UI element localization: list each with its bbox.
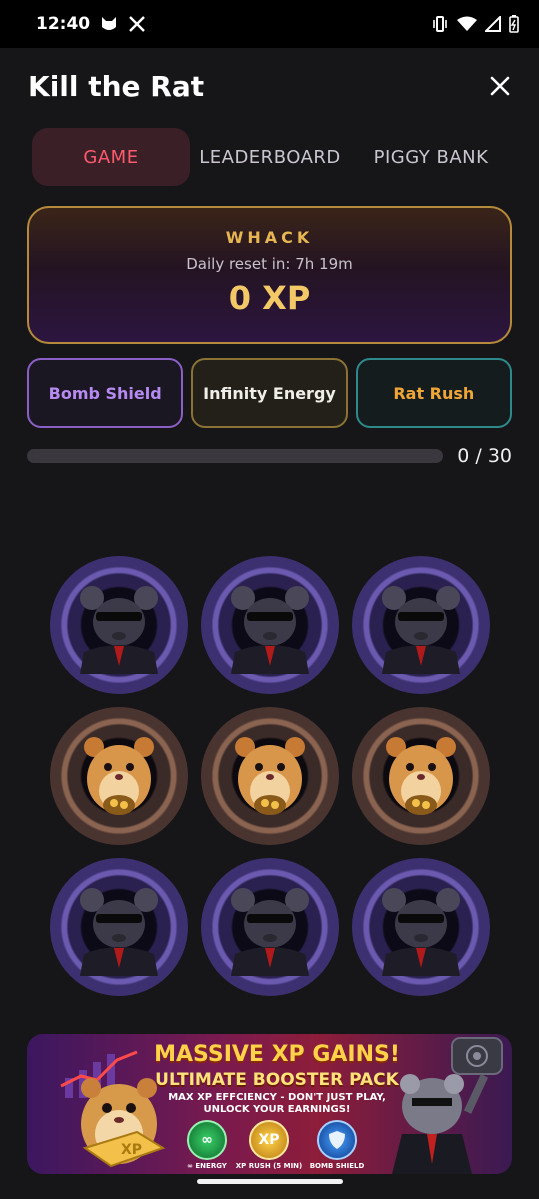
x-logo-icon (129, 16, 145, 32)
rat-hole[interactable] (352, 556, 490, 694)
booster-pack-banner[interactable]: XP MASSIVE XP GAINS! ULTIMATE BOOSTER PA… (27, 1034, 512, 1174)
infinity-energy-button[interactable]: Infinity Energy (191, 358, 348, 428)
hamster-character-icon (84, 737, 154, 815)
rat-rush-button[interactable]: Rat Rush (355, 358, 512, 428)
shield-icon (317, 1120, 357, 1160)
tab-bar: GAME LEADERBOARD PIGGY BANK (32, 128, 512, 186)
rat-hole[interactable] (352, 858, 490, 996)
signal-icon (485, 16, 501, 32)
rat-hole[interactable] (50, 556, 188, 694)
page-title: Kill the Rat (28, 69, 205, 103)
rat-character-icon (231, 586, 309, 674)
progress-row: 0 / 30 (27, 444, 512, 468)
bomb-shield-button[interactable]: Bomb Shield (27, 358, 184, 428)
rat-character-icon (231, 888, 309, 976)
tab-piggy-bank[interactable]: PIGGY BANK (350, 128, 512, 186)
hamster-character-icon (386, 737, 456, 815)
xp-coin-icon: XP (249, 1120, 289, 1160)
xp-card-label: WHACK (225, 228, 314, 247)
rat-character-icon (382, 888, 460, 976)
banner-headline: MASSIVE XP GAINS! (154, 1042, 400, 1067)
rat-character-icon (80, 586, 158, 674)
close-button[interactable] (482, 68, 518, 104)
banner-subheadline: ULTIMATE BOOSTER PACK (155, 1070, 399, 1090)
banner-tagline: MAX XP EFFCIENCY - DON'T JUST PLAY, UNLO… (147, 1092, 407, 1116)
infinity-icon: ∞ (187, 1120, 227, 1160)
cat-notification-icon (102, 17, 117, 30)
tab-leaderboard[interactable]: LEADERBOARD (190, 128, 350, 186)
xp-card: WHACK Daily reset in: 7h 19m 0 XP (27, 206, 512, 344)
battery-icon (509, 15, 519, 33)
rat-hammer-icon (392, 1037, 503, 1174)
tab-game[interactable]: GAME (32, 128, 190, 186)
close-icon (490, 76, 510, 96)
banner-tagline-line-2: UNLOCK YOUR EARNINGS! (203, 1104, 351, 1115)
header: Kill the Rat (28, 66, 518, 106)
hamster-hole[interactable] (201, 707, 339, 845)
status-bar: 12:40 (0, 0, 539, 48)
svg-text:XP: XP (121, 1142, 142, 1158)
hamster-hole[interactable] (50, 707, 188, 845)
rat-character-icon (80, 888, 158, 976)
daily-reset-text: Daily reset in: 7h 19m (186, 255, 353, 273)
status-time: 12:40 (36, 14, 91, 34)
gesture-nav-handle[interactable] (197, 1179, 343, 1184)
vibrate-icon (433, 16, 447, 32)
hamster-hole[interactable] (352, 707, 490, 845)
rat-hole[interactable] (201, 858, 339, 996)
chip-label-bomb-shield: BOMB SHIELD (309, 1162, 365, 1170)
rat-character-icon (382, 586, 460, 674)
rat-hole[interactable] (201, 556, 339, 694)
progress-count: 0 / 30 (457, 445, 512, 467)
whack-grid (50, 556, 490, 996)
banner-tagline-line-1: MAX XP EFFCIENCY - DON'T JUST PLAY, (168, 1092, 386, 1103)
progress-track (27, 449, 443, 463)
xp-value: 0 XP (228, 279, 311, 317)
hamster-character-icon (235, 737, 305, 815)
rat-hole[interactable] (50, 858, 188, 996)
app-screen: Kill the Rat GAME LEADERBOARD PIGGY BANK… (0, 48, 539, 1199)
booster-row: Bomb Shield Infinity Energy Rat Rush (27, 358, 512, 428)
wifi-icon (457, 16, 477, 31)
